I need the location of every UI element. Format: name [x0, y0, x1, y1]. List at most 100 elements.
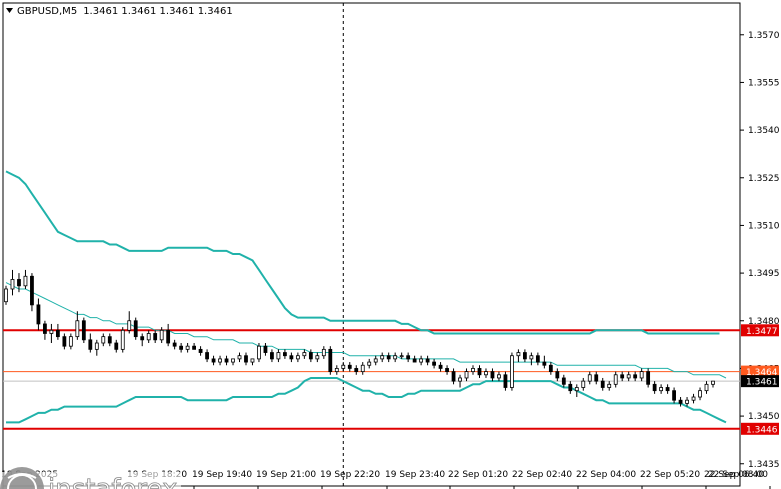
candle-body [341, 364, 346, 369]
candle-body [711, 380, 715, 385]
candle-body [432, 361, 436, 366]
candle-body [166, 329, 171, 344]
candle-body [276, 352, 281, 360]
candle-body [62, 336, 67, 347]
y-tick-label: 1.3570 [748, 31, 780, 41]
candle-body [678, 399, 683, 404]
candle [120, 327, 125, 353]
price-tag-label: 1.3461 [746, 378, 778, 388]
candle-body [198, 348, 203, 353]
candle-body [146, 333, 151, 341]
candle-body [10, 279, 15, 290]
chart-title: GBPUSD,M5 1.3461 1.3461 1.3461 1.3461 [6, 6, 233, 17]
candle-body [94, 342, 99, 350]
candle [646, 368, 651, 388]
y-tick-label: 1.3495 [748, 269, 780, 279]
candle-body [270, 352, 274, 360]
candle-body [192, 345, 197, 350]
y-tick-label: 1.3540 [748, 126, 780, 136]
candle-body [75, 320, 80, 338]
candle-body [451, 371, 456, 382]
x-tick-label: 22 Sep 04:00 [576, 470, 636, 480]
candle-body [399, 355, 404, 358]
x-tick-label: 22 Sep 01:20 [448, 470, 508, 480]
candle-body [659, 387, 664, 392]
y-tick-label: 1.3450 [748, 412, 780, 422]
candle-body [205, 352, 209, 360]
level-price-tag: 1.3446 [741, 422, 779, 435]
candle-body [652, 383, 657, 392]
candle-body [185, 345, 190, 350]
candle-body [224, 358, 229, 363]
price-chart: 1.3570 1.3555 1.3540 1.3525 1.3510 1.3495 1.34… [0, 2, 780, 489]
candle-body [153, 333, 158, 341]
candle-body [55, 329, 60, 338]
candle-body [587, 374, 592, 382]
candle-body [114, 342, 119, 350]
candle-body [548, 364, 553, 373]
candle [4, 285, 8, 305]
candle-body [211, 358, 216, 363]
candle-body [321, 348, 326, 357]
candle-body [419, 358, 424, 363]
candle-body [484, 371, 488, 376]
candle-body [295, 355, 300, 360]
candle-body [23, 275, 28, 287]
ohlc-readout: 1.3461 1.3461 1.3461 1.3461 [83, 6, 233, 17]
price-tag-label: 1.3477 [746, 327, 778, 337]
candle-body [665, 387, 670, 392]
candle-body [4, 288, 8, 303]
candle-body [490, 371, 495, 379]
candle-body [367, 361, 372, 366]
candle-body [600, 380, 605, 388]
candle-body [244, 355, 248, 363]
candle-body [49, 329, 54, 334]
candle-body [36, 304, 41, 325]
candle-body [516, 352, 521, 357]
candle-body [30, 275, 34, 306]
x-tick-label: 19 Sep 22:20 [320, 470, 380, 480]
candle [510, 352, 514, 391]
symbol-label: GBPUSD,M5 [17, 6, 77, 17]
candle-body [503, 374, 508, 388]
candle-body [522, 352, 527, 360]
candle-body [302, 352, 307, 357]
x-tick-label: 19 Sep 21:00 [256, 470, 316, 480]
candle-body [620, 374, 625, 379]
candle-body [218, 358, 222, 363]
candle-body [68, 336, 73, 347]
candle-body [471, 368, 475, 373]
candle-body [497, 374, 501, 379]
candle-body [81, 320, 86, 341]
candle-body [685, 399, 689, 404]
candle-body [257, 345, 261, 360]
candle-body [568, 383, 573, 392]
candle-body [386, 355, 391, 360]
y-tick-label: 1.3555 [748, 78, 780, 88]
candle-body [101, 336, 106, 344]
bid-price-tag: 1.3461 [741, 375, 779, 388]
candle-body [231, 358, 235, 363]
candle-body [354, 368, 359, 373]
candle-body [535, 355, 540, 363]
candle-body [510, 355, 514, 388]
x-tick-label: 22 Sep 08:00 [708, 470, 768, 480]
candle-body [380, 355, 385, 360]
candle-body [464, 371, 469, 379]
candle-body [529, 355, 534, 360]
candle-body [626, 374, 631, 379]
candle-body [672, 390, 676, 401]
x-tick-label: 19 Sep 23:40 [385, 470, 445, 480]
candle-body [250, 358, 255, 363]
candle-body [315, 355, 320, 360]
candle-body [373, 358, 378, 363]
candle-body [140, 336, 145, 341]
candle-body [477, 368, 482, 376]
candle-body [159, 329, 164, 341]
candle-body [133, 320, 138, 338]
candle-body [406, 355, 411, 360]
candle-body [88, 339, 93, 350]
candle-body [263, 345, 268, 353]
candle-body [412, 358, 417, 363]
candle-body [360, 364, 365, 373]
